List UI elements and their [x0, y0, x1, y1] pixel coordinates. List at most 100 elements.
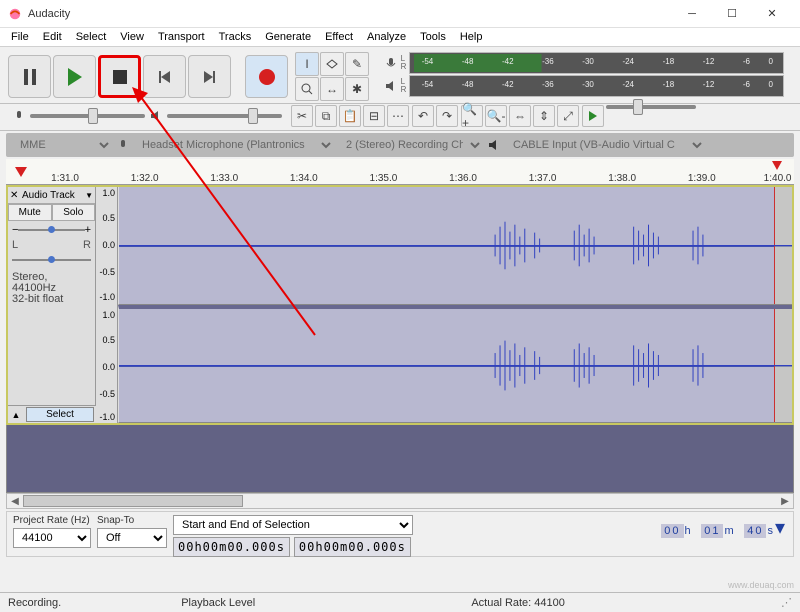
play-speed-slider[interactable]: [606, 105, 696, 109]
solo-button[interactable]: Solo: [52, 204, 96, 221]
track-close-icon[interactable]: ✕: [10, 190, 22, 201]
recording-volume-slider[interactable]: [30, 114, 145, 118]
menu-tracks[interactable]: Tracks: [212, 29, 259, 45]
minimize-button[interactable]: ─: [672, 0, 712, 28]
record-button[interactable]: [245, 55, 288, 98]
recording-channels-select[interactable]: 2 (Stereo) Recording Chann: [338, 136, 483, 154]
copy-button[interactable]: ⧉: [315, 105, 337, 127]
selection-start-display[interactable]: 00h00m00.000s: [173, 537, 290, 557]
zoom-in-button[interactable]: 🔍+: [461, 105, 483, 127]
empty-tracks-area[interactable]: [6, 425, 794, 493]
redo-button[interactable]: ↷: [436, 105, 458, 127]
playback-device-select[interactable]: CABLE Input (VB-Audio Virtual C: [505, 136, 705, 154]
scroll-left-icon[interactable]: ◀: [7, 496, 23, 507]
playback-meter[interactable]: -54 -48 -42 -36 -30 -24 -18 -12 -6 0: [409, 75, 784, 97]
horizontal-scrollbar[interactable]: ◀ ▶: [6, 493, 794, 509]
status-message: Recording.: [8, 597, 61, 609]
skip-start-button[interactable]: [143, 55, 186, 98]
selection-end-display[interactable]: 00h00m00.000s: [294, 537, 411, 557]
paste-button[interactable]: 📋: [339, 105, 361, 127]
playback-volume-slider[interactable]: [167, 114, 282, 118]
status-center: Playback Level: [181, 597, 255, 609]
fit-project-button[interactable]: ⇕: [533, 105, 555, 127]
zoom-out-button[interactable]: 🔍-: [485, 105, 507, 127]
resize-grip-icon[interactable]: ⋰: [781, 596, 792, 609]
recording-device-select[interactable]: Headset Microphone (Plantronics: [134, 136, 334, 154]
vscale-label: 0.0: [102, 362, 115, 372]
mic-icon: [12, 109, 26, 123]
ruler-tick: 1:37.0: [529, 173, 557, 184]
menu-help[interactable]: Help: [453, 29, 490, 45]
menu-view[interactable]: View: [113, 29, 151, 45]
play-at-speed-button[interactable]: [582, 105, 604, 127]
menu-generate[interactable]: Generate: [258, 29, 318, 45]
undo-toolbar: ↶ ↷: [412, 105, 458, 127]
multi-tool[interactable]: ✱: [345, 77, 369, 101]
mute-button[interactable]: Mute: [8, 204, 52, 221]
waveform-left-channel[interactable]: [118, 187, 792, 305]
draw-tool[interactable]: ✎: [345, 52, 369, 76]
vscale-label: 0.5: [102, 335, 115, 345]
fit-selection-button[interactable]: ⇔: [509, 105, 531, 127]
scroll-right-icon[interactable]: ▶: [777, 496, 793, 507]
maximize-button[interactable]: ☐: [712, 0, 752, 28]
menu-analyze[interactable]: Analyze: [360, 29, 413, 45]
meter-tick: -6: [743, 80, 750, 89]
meter-tick: -12: [703, 80, 715, 89]
gain-slider[interactable]: − +: [8, 221, 95, 239]
track-header[interactable]: ✕ Audio Track ▼: [8, 187, 95, 204]
selection-tool[interactable]: I: [295, 52, 319, 76]
zoom-toggle-button[interactable]: ⤢: [557, 105, 579, 127]
record-head-marker: [772, 161, 782, 170]
menu-file[interactable]: File: [4, 29, 36, 45]
speaker-icon: [487, 138, 501, 152]
timeline-ruler[interactable]: 1:31.0 1:32.0 1:33.0 1:34.0 1:35.0 1:36.…: [6, 159, 794, 185]
audio-position-display[interactable]: 00h 01m 40s▾: [660, 515, 787, 540]
track-select-button[interactable]: Select: [26, 407, 94, 422]
stop-button[interactable]: [98, 55, 141, 98]
close-button[interactable]: ✕: [752, 0, 792, 28]
toolbars-row2: ✂ ⧉ 📋 ⊟ ⋯ ↶ ↷ 🔍+ 🔍- ⇔ ⇕ ⤢: [0, 104, 800, 131]
waveform-area[interactable]: 1.0 0.5 0.0 -0.5 -1.0 1.0 0.5 0.0 -0.5 -…: [96, 187, 792, 423]
meter-tick: -42: [502, 80, 514, 89]
menu-edit[interactable]: Edit: [36, 29, 69, 45]
pause-button[interactable]: [8, 55, 51, 98]
skip-end-button[interactable]: [188, 55, 231, 98]
selection-mode-select[interactable]: Start and End of Selection: [173, 515, 413, 535]
audio-host-select[interactable]: MME: [12, 136, 112, 154]
menu-effect[interactable]: Effect: [318, 29, 360, 45]
meter-tick: -36: [542, 57, 554, 66]
project-rate-label: Project Rate (Hz): [13, 515, 91, 526]
undo-button[interactable]: ↶: [412, 105, 434, 127]
meter-tick: -24: [622, 57, 634, 66]
silence-button[interactable]: ⋯: [387, 105, 409, 127]
track-menu-icon[interactable]: ▼: [85, 191, 93, 200]
scrollbar-thumb[interactable]: [23, 495, 243, 507]
menu-transport[interactable]: Transport: [151, 29, 212, 45]
meters-toolbar: LR -54 -48 -42 -36 -30 -24 -18 -12 -6 0 …: [374, 50, 794, 103]
vscale-label: 1.0: [102, 310, 115, 320]
cut-button[interactable]: ✂: [291, 105, 313, 127]
waveform-right-channel[interactable]: [118, 305, 792, 423]
pan-slider[interactable]: [8, 251, 95, 269]
menu-tools[interactable]: Tools: [413, 29, 453, 45]
zoom-tool[interactable]: [295, 77, 319, 101]
snap-to-select[interactable]: Off: [97, 528, 167, 548]
trim-button[interactable]: ⊟: [363, 105, 385, 127]
device-toolbar: MME Headset Microphone (Plantronics 2 (S…: [6, 133, 794, 157]
menu-select[interactable]: Select: [69, 29, 114, 45]
recording-meter[interactable]: -54 -48 -42 -36 -30 -24 -18 -12 -6 0: [409, 52, 784, 74]
vscale-label: -0.5: [99, 389, 115, 399]
mic-icon: [384, 56, 398, 70]
vscale-label: 1.0: [102, 188, 115, 198]
collapse-icon[interactable]: ▲: [8, 410, 24, 420]
actual-rate-label: Actual Rate:: [471, 597, 531, 609]
selection-toolbar: Project Rate (Hz) 44100 Snap-To Off Star…: [6, 511, 794, 557]
meter-tick: -24: [622, 80, 634, 89]
track-collapse-bar: ▲ Select: [8, 405, 96, 423]
envelope-tool[interactable]: [320, 52, 344, 76]
timeshift-tool[interactable]: ↔: [320, 77, 344, 101]
meter-tick: -54: [422, 57, 434, 66]
play-button[interactable]: [53, 55, 96, 98]
project-rate-select[interactable]: 44100: [13, 528, 91, 548]
